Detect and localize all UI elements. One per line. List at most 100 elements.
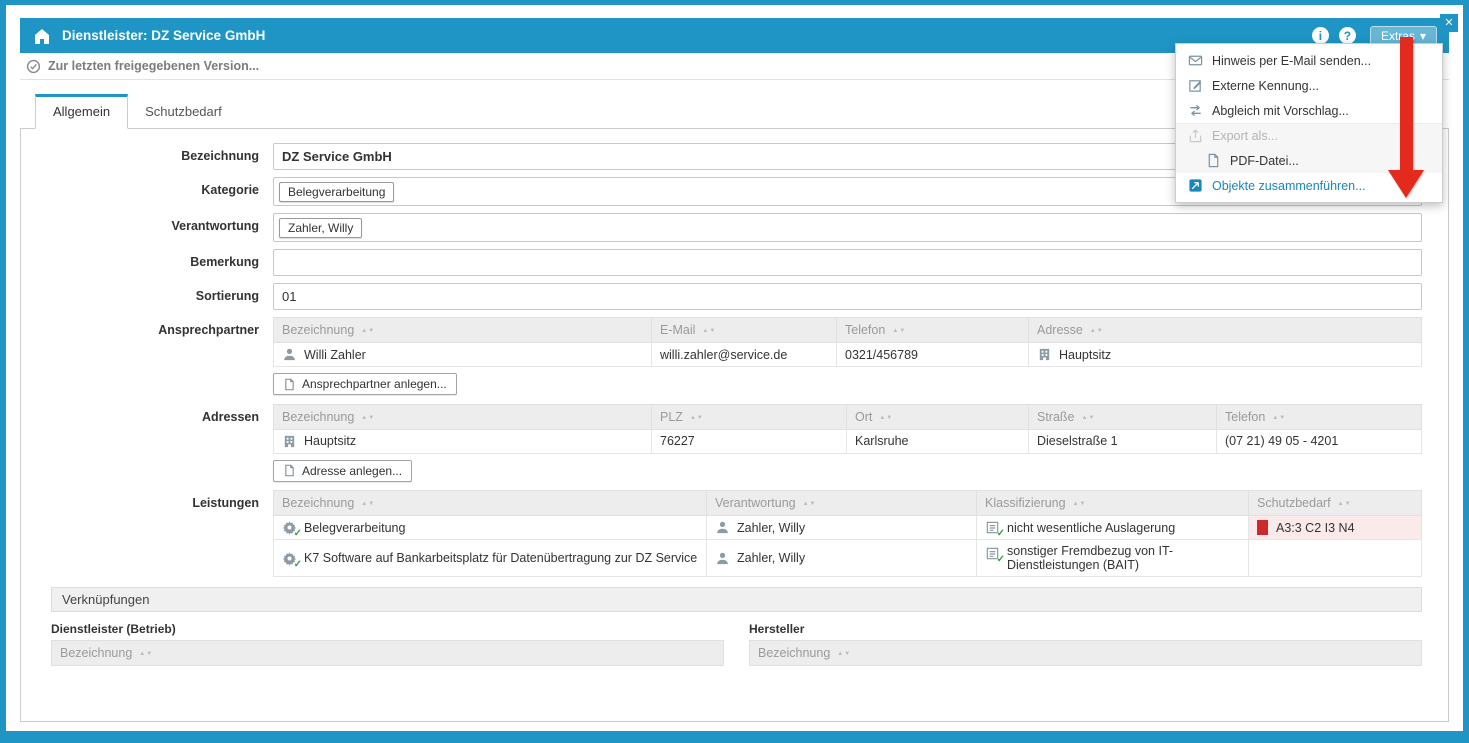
kategorie-label: Kategorie <box>51 177 273 197</box>
table-row[interactable]: ✓K7 Software auf Bankarbeitsplatz für Da… <box>274 540 1422 577</box>
edit-square-icon <box>1188 78 1203 93</box>
service-classification: sonstiger Fremdbezug von IT-Dienstleistu… <box>1007 544 1240 572</box>
tab-schutzbedarf[interactable]: Schutzbedarf <box>128 94 239 129</box>
bemerkung-row: Bemerkung <box>51 249 1422 276</box>
classification-check-icon: ✓ <box>985 520 1000 535</box>
add-contact-button[interactable]: Ansprechpartner anlegen... <box>273 373 457 395</box>
kategorie-chip[interactable]: Belegverarbeitung <box>279 182 394 202</box>
address-strasse: Dieselstraße 1 <box>1029 429 1217 453</box>
sortierung-field[interactable]: 01 <box>273 283 1422 310</box>
sort-icon <box>885 323 906 337</box>
menu-item-export-als: Export als... <box>1176 123 1442 148</box>
close-button[interactable]: ✕ <box>1440 14 1458 32</box>
help-icon[interactable]: ? <box>1339 27 1356 44</box>
column-telefon[interactable]: Telefon <box>1217 404 1422 429</box>
pdf-icon <box>1206 153 1221 168</box>
protection-level-marker <box>1257 520 1268 535</box>
add-address-button[interactable]: Adresse anlegen... <box>273 460 412 482</box>
bezeichnung-label: Bezeichnung <box>51 143 273 163</box>
person-icon <box>715 551 730 566</box>
gear-check-icon: ✓ <box>282 520 297 535</box>
sort-icon <box>354 496 375 510</box>
sort-icon <box>132 646 153 660</box>
menu-item-pdf-datei[interactable]: PDF-Datei... <box>1176 148 1442 173</box>
hersteller-table: Bezeichnung <box>749 640 1422 666</box>
verknuepfungen-columns: Dienstleister (Betrieb) Bezeichnung Hers… <box>51 622 1422 666</box>
address-ort: Karlsruhe <box>847 429 1029 453</box>
sort-icon <box>354 323 375 337</box>
table-header-row: Bezeichnung <box>52 641 724 666</box>
column-ort[interactable]: Ort <box>847 404 1029 429</box>
table-row[interactable]: Hauptsitz 76227 Karlsruhe Dieselstraße 1… <box>274 429 1422 453</box>
check-icon: ✓ <box>294 528 302 539</box>
column-bezeichnung[interactable]: Bezeichnung <box>750 641 1422 666</box>
menu-item-abgleich-vorschlag[interactable]: Abgleich mit Vorschlag... <box>1176 98 1442 123</box>
sort-icon <box>354 410 375 424</box>
check-icon: ✓ <box>294 559 302 570</box>
verantwortung-chip[interactable]: Zahler, Willy <box>279 218 362 238</box>
adressen-table: Bezeichnung PLZ Ort Straße Telefon Haupt… <box>273 404 1422 454</box>
column-plz[interactable]: PLZ <box>652 404 847 429</box>
person-icon <box>715 520 730 535</box>
compare-icon <box>1188 103 1203 118</box>
menu-item-externe-kennung[interactable]: Externe Kennung... <box>1176 73 1442 98</box>
tab-content-panel: Bezeichnung DZ Service GmbH Kategorie Be… <box>20 128 1449 722</box>
column-strasse[interactable]: Straße <box>1029 404 1217 429</box>
column-verantwortung[interactable]: Verantwortung <box>707 491 977 516</box>
check-icon: ✓ <box>997 528 1005 539</box>
table-header-row: Bezeichnung Verantwortung Klassifizierun… <box>274 491 1422 516</box>
new-document-icon <box>283 464 296 477</box>
check-icon: ✓ <box>997 554 1005 565</box>
table-row[interactable]: ✓Belegverarbeitung Zahler, Willy ✓nicht … <box>274 516 1422 540</box>
info-icon[interactable]: i <box>1312 27 1329 44</box>
column-telefon[interactable]: Telefon <box>837 318 1029 343</box>
contact-email: willi.zahler@service.de <box>652 343 837 367</box>
extras-dropdown-menu: Hinweis per E-Mail senden... Externe Ken… <box>1175 43 1443 203</box>
sort-icon <box>1331 496 1352 510</box>
column-bezeichnung[interactable]: Bezeichnung <box>274 318 652 343</box>
menu-item-objekte-zusammenfuehren[interactable]: Objekte zusammenführen... <box>1176 173 1442 198</box>
gear-check-icon: ✓ <box>282 551 297 566</box>
column-adresse[interactable]: Adresse <box>1029 318 1422 343</box>
column-klassifizierung[interactable]: Klassifizierung <box>977 491 1249 516</box>
ansprechpartner-label: Ansprechpartner <box>51 317 273 337</box>
hersteller-label: Hersteller <box>749 622 1422 636</box>
dienstleister-betrieb-table: Bezeichnung <box>51 640 724 666</box>
service-provider-icon <box>32 26 52 46</box>
chevron-down-icon: ▾ <box>1420 29 1426 43</box>
sort-icon <box>1075 410 1096 424</box>
adressen-section: Adressen Bezeichnung PLZ Ort Straße Tele… <box>51 404 1422 483</box>
service-owner: Zahler, Willy <box>737 551 805 565</box>
dienstleister-betrieb-section: Dienstleister (Betrieb) Bezeichnung <box>51 622 724 666</box>
table-row[interactable]: Willi Zahler willi.zahler@service.de 032… <box>274 343 1422 367</box>
tab-allgemein[interactable]: Allgemein <box>35 94 128 129</box>
service-classification: nicht wesentliche Auslagerung <box>1007 521 1175 535</box>
verantwortung-field[interactable]: Zahler, Willy <box>273 213 1422 242</box>
sort-icon <box>1066 496 1087 510</box>
ansprechpartner-table: Bezeichnung E-Mail Telefon Adresse Willi… <box>273 317 1422 367</box>
column-bezeichnung[interactable]: Bezeichnung <box>274 404 652 429</box>
dienstleister-betrieb-label: Dienstleister (Betrieb) <box>51 622 724 636</box>
leistungen-table: Bezeichnung Verantwortung Klassifizierun… <box>273 490 1422 577</box>
ansprechpartner-section: Ansprechpartner Bezeichnung E-Mail Telef… <box>51 317 1422 396</box>
column-bezeichnung[interactable]: Bezeichnung <box>274 491 707 516</box>
extras-label: Extras <box>1381 29 1415 43</box>
protection-level-value: A3:3 C2 I3 N4 <box>1276 521 1355 535</box>
leistungen-label: Leistungen <box>51 490 273 510</box>
column-bezeichnung[interactable]: Bezeichnung <box>52 641 724 666</box>
column-email[interactable]: E-Mail <box>652 318 837 343</box>
sort-icon <box>1265 410 1286 424</box>
menu-item-hinweis-email[interactable]: Hinweis per E-Mail senden... <box>1176 48 1442 73</box>
contact-phone: 0321/456789 <box>837 343 1029 367</box>
table-header-row: Bezeichnung PLZ Ort Straße Telefon <box>274 404 1422 429</box>
table-header-row: Bezeichnung <box>750 641 1422 666</box>
merge-icon <box>1188 178 1203 193</box>
service-name: Belegverarbeitung <box>304 521 405 535</box>
building-icon <box>1037 347 1052 362</box>
sort-icon <box>872 410 893 424</box>
bemerkung-field[interactable] <box>273 249 1422 276</box>
column-schutzbedarf[interactable]: Schutzbedarf <box>1249 491 1422 516</box>
verknuepfungen-header: Verknüpfungen <box>51 587 1422 612</box>
bemerkung-label: Bemerkung <box>51 249 273 269</box>
protection-level-empty <box>1249 540 1422 577</box>
